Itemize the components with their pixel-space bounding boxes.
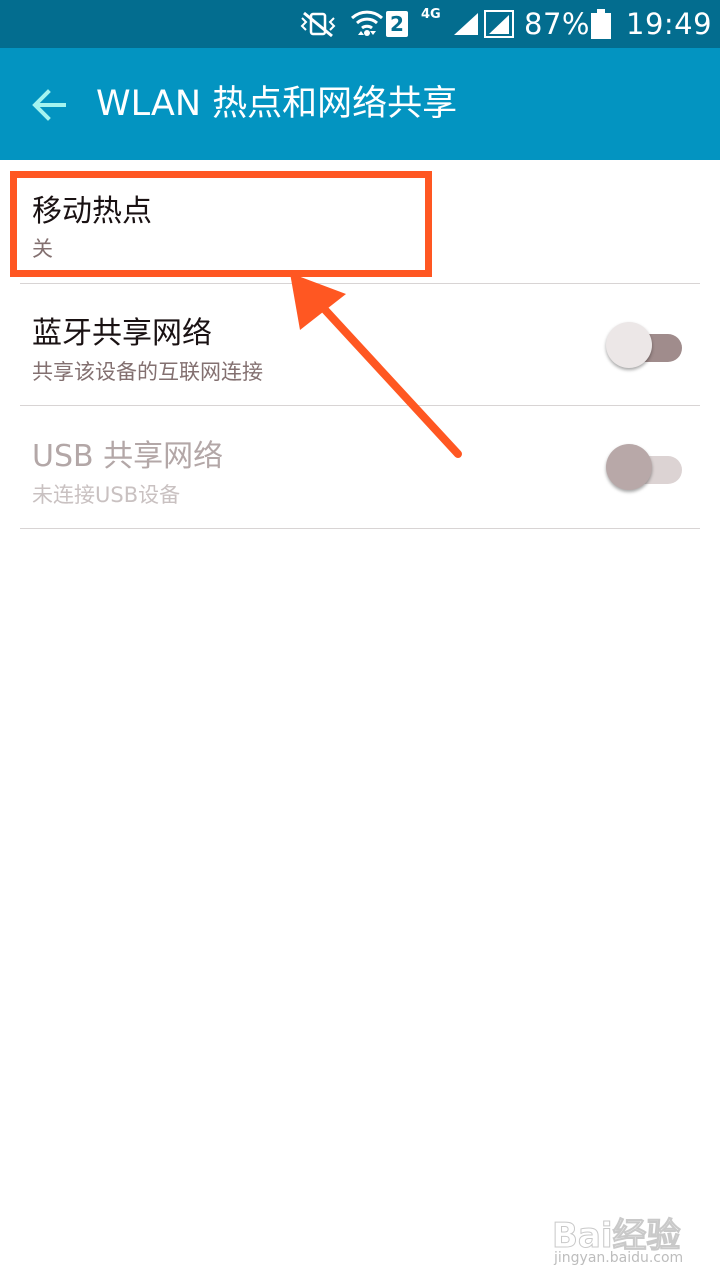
back-arrow-icon: [32, 89, 66, 121]
page-title: WLAN 热点和网络共享: [96, 84, 458, 124]
signal-icon: [452, 0, 480, 48]
list-item-subtitle: 未连接USB设备: [32, 483, 181, 507]
list-item-usb-tethering: USB 共享网络 未连接USB设备: [0, 406, 720, 528]
clock: 19:49: [626, 7, 713, 41]
signal-icon: [484, 0, 514, 48]
battery-icon: [590, 0, 612, 48]
list-item-bluetooth-tethering[interactable]: 蓝牙共享网络 共享该设备的互联网连接: [0, 284, 720, 406]
list-item-title: 蓝牙共享网络: [32, 316, 212, 351]
annotation-highlight-box: [10, 171, 432, 277]
battery-percent: 87%: [524, 7, 590, 41]
toggle-thumb: [606, 444, 652, 490]
sim-slot-number: 2: [386, 11, 408, 37]
app-bar: WLAN 热点和网络共享: [0, 48, 720, 160]
usb-tethering-toggle: [606, 442, 686, 494]
vibrate-mute-icon: [298, 0, 338, 48]
watermark: Bai经验 jingyan.baidu.com: [552, 1208, 692, 1270]
sim-2-icon: 2: [386, 0, 408, 48]
list-item-title: USB 共享网络: [32, 439, 224, 474]
list-item-subtitle: 共享该设备的互联网连接: [32, 360, 263, 384]
watermark-url: jingyan.baidu.com: [554, 1250, 684, 1266]
back-button[interactable]: [26, 82, 72, 128]
divider: [20, 528, 700, 529]
network-type-label: 4G: [421, 6, 441, 22]
toggle-thumb: [606, 322, 652, 368]
status-bar: 2 4G 87% 19:49: [0, 0, 720, 48]
bluetooth-tethering-toggle[interactable]: [606, 320, 686, 372]
wifi-icon: [350, 0, 384, 48]
